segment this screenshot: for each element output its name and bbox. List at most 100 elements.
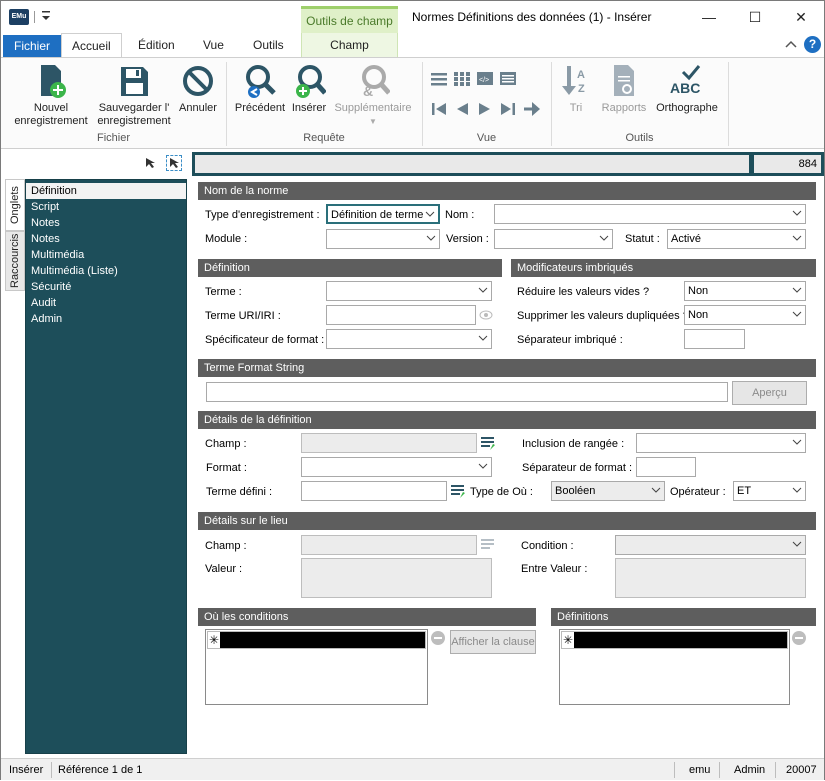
version-select[interactable] (494, 229, 613, 249)
last-record-icon[interactable] (500, 101, 516, 117)
nav-item-definition[interactable]: Définition (26, 183, 186, 199)
minimize-button[interactable]: — (686, 1, 732, 33)
grid-view-icon[interactable] (454, 72, 470, 86)
tab-outils[interactable]: Outils (243, 33, 294, 57)
nav-item-securite[interactable]: Sécurité (26, 279, 186, 295)
quick-access-dropdown-icon[interactable] (41, 9, 51, 23)
between-value-input[interactable] (615, 558, 806, 598)
term-format-input[interactable] (206, 382, 728, 402)
tab-champ[interactable]: Champ (301, 33, 398, 57)
remove-definition-icon[interactable] (792, 631, 806, 645)
next-record-icon[interactable] (477, 101, 493, 117)
field-input[interactable] (301, 433, 477, 453)
remove-dup-select[interactable]: Non (684, 305, 806, 325)
new-record-label-1: Nouvel (33, 102, 69, 114)
cancel-button[interactable]: Annuler (175, 62, 221, 115)
section-where-conditions: Où les conditions (198, 608, 536, 626)
where-type-select[interactable]: Booléen (551, 481, 665, 501)
collapse-ribbon-icon[interactable] (785, 39, 797, 49)
maximize-button[interactable]: ☐ (732, 1, 778, 33)
module-select[interactable] (326, 229, 440, 249)
nav-item-admin[interactable]: Admin (26, 311, 186, 327)
grid-header-row (207, 631, 426, 649)
insert-query-button[interactable]: Insérer (289, 62, 329, 115)
field-lookup-icon[interactable] (480, 435, 496, 451)
show-clause-button[interactable]: Afficher la clause (450, 630, 536, 654)
record-summary-field (195, 155, 749, 173)
reports-button[interactable]: Rapports (597, 62, 651, 115)
where-type-label: Type de Où : (470, 486, 533, 498)
previous-record-icon[interactable] (454, 101, 470, 117)
section-term-format: Terme Format String (198, 359, 816, 377)
spelling-label: Orthographe (656, 102, 718, 114)
save-record-label-1: Sauvegarder l' (98, 102, 170, 114)
name-select[interactable] (494, 204, 806, 224)
place-field-input[interactable] (301, 535, 477, 555)
save-record-button[interactable]: Sauvegarder l' enregistrement (93, 62, 175, 128)
status-divider (775, 762, 776, 778)
status-bar: Insérer Référence 1 de 1 emu Admin 20007 (1, 758, 824, 780)
sort-button[interactable]: AZ Tri (557, 62, 595, 115)
where-conditions-grid[interactable]: ✳ (205, 629, 428, 705)
place-field-lookup-icon[interactable] (480, 537, 496, 553)
help-icon[interactable]: ? (804, 36, 821, 53)
new-record-button[interactable]: Nouvel enregistrement (9, 62, 93, 128)
row-inclusion-select[interactable] (636, 433, 806, 453)
ribbon-divider (728, 62, 729, 146)
format-spec-select[interactable] (326, 329, 492, 349)
svg-text:&: & (363, 83, 373, 99)
nested-separator-input[interactable] (684, 329, 745, 349)
definitions-grid[interactable]: ✳ (559, 629, 790, 705)
previous-query-button[interactable]: Précédent (231, 62, 289, 115)
close-button[interactable]: ✕ (778, 1, 824, 33)
defined-term-input[interactable] (301, 481, 447, 501)
term-uri-input[interactable] (326, 305, 476, 325)
save-icon (117, 62, 151, 100)
supplementary-dropdown-icon: ▼ (369, 117, 377, 126)
supplementary-query-button[interactable]: & Supplémentaire ▼ (330, 62, 416, 128)
operator-select[interactable]: ET (733, 481, 806, 501)
condition-select[interactable] (615, 535, 806, 555)
term-select[interactable] (326, 281, 492, 301)
format-separator-input[interactable] (636, 457, 696, 477)
reduce-empty-select[interactable]: Non (684, 281, 806, 301)
supplementary-query-label: Supplémentaire (334, 102, 412, 114)
format-select[interactable] (301, 457, 492, 477)
cancel-icon (181, 62, 215, 100)
nav-item-notes-2[interactable]: Notes (26, 231, 186, 247)
first-record-icon[interactable] (431, 101, 447, 117)
new-record-label-2: enregistrement (14, 115, 88, 127)
nav-item-multimedia-list[interactable]: Multimédia (Liste) (26, 263, 186, 279)
remove-dup-label: Supprimer les valeurs dupliquées ? (517, 310, 689, 322)
record-type-select[interactable]: Définition de terme (326, 204, 440, 224)
preview-button[interactable]: Aperçu (732, 381, 807, 405)
select-tool-icon[interactable] (166, 155, 182, 171)
tab-vue[interactable]: Vue (193, 33, 234, 57)
place-value-input[interactable] (301, 558, 492, 598)
go-to-record-icon[interactable] (523, 101, 541, 117)
save-record-label-2: enregistrement (97, 115, 171, 127)
status-select[interactable]: Activé (667, 229, 806, 249)
nav-item-multimedia[interactable]: Multimédia (26, 247, 186, 263)
row-inclusion-label: Inclusion de rangée : (522, 438, 625, 450)
term-uri-label: Terme URI/IRI : (205, 310, 281, 322)
side-tab-onglets[interactable]: Onglets (5, 179, 25, 231)
nav-item-script[interactable]: Script (26, 199, 186, 215)
defined-term-lookup-icon[interactable] (450, 483, 466, 499)
view-uri-icon[interactable] (479, 309, 493, 321)
spelling-button[interactable]: ABC Orthographe (651, 62, 723, 115)
list-view-icon[interactable] (431, 72, 447, 86)
nav-item-notes[interactable]: Notes (26, 215, 186, 231)
side-tab-raccourcis[interactable]: Raccourcis (5, 231, 25, 291)
pointer-icon[interactable] (145, 157, 157, 169)
tab-accueil[interactable]: Accueil (61, 33, 122, 58)
format-label: Format : (206, 462, 247, 474)
details-view-icon[interactable] (500, 71, 516, 87)
remove-condition-icon[interactable] (431, 631, 445, 645)
tab-fichier[interactable]: Fichier (3, 35, 62, 57)
supplementary-query-icon: & (356, 62, 390, 100)
nav-item-audit[interactable]: Audit (26, 295, 186, 311)
xml-view-icon[interactable]: </> (477, 71, 493, 87)
operator-label: Opérateur : (670, 486, 726, 498)
tab-edition[interactable]: Édition (128, 33, 185, 57)
